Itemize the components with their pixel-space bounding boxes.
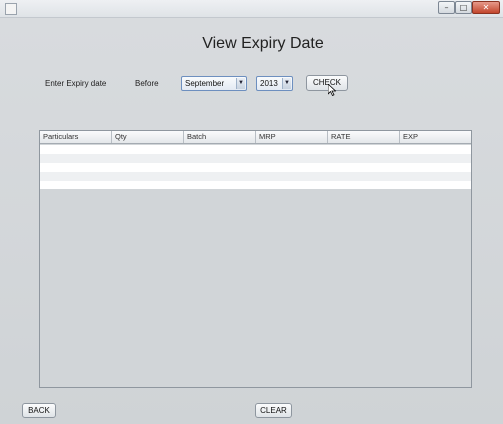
column-header-batch[interactable]: Batch [184,131,256,143]
table-row[interactable] [40,154,471,163]
column-header-mrp[interactable]: MRP [256,131,328,143]
table-row[interactable] [40,181,471,189]
month-select-value: September [185,79,225,88]
back-button[interactable]: BACK [22,403,56,418]
year-select[interactable]: 2013 ▼ [256,76,293,91]
mouse-pointer-icon [328,84,336,96]
table-header: Particulars Qty Batch MRP RATE EXP [40,131,471,144]
minimize-button[interactable]: – [438,1,455,14]
column-header-particulars[interactable]: Particulars [40,131,112,143]
main-panel: View Expiry Date Enter Expiry date Befor… [0,18,503,424]
maximize-button[interactable]: □ [455,1,472,14]
table-row[interactable] [40,172,471,181]
app-icon [5,3,17,15]
month-select[interactable]: September ▼ [181,76,247,91]
table-row[interactable] [40,145,471,154]
before-label: Before [135,79,159,88]
title-bar: – □ ✕ [0,0,503,18]
column-header-exp[interactable]: EXP [400,131,471,143]
close-button[interactable]: ✕ [472,1,500,14]
expiry-table[interactable]: Particulars Qty Batch MRP RATE EXP [39,130,472,388]
page-title: View Expiry Date [202,35,324,52]
chevron-down-icon[interactable]: ▼ [282,78,291,89]
year-select-value: 2013 [260,79,278,88]
column-header-qty[interactable]: Qty [112,131,184,143]
expiry-date-label: Enter Expiry date [45,79,107,88]
check-button[interactable]: CHECK [306,75,348,91]
clear-button[interactable]: CLEAR [255,403,292,418]
table-row[interactable] [40,163,471,172]
chevron-down-icon[interactable]: ▼ [236,78,245,89]
column-header-rate[interactable]: RATE [328,131,400,143]
